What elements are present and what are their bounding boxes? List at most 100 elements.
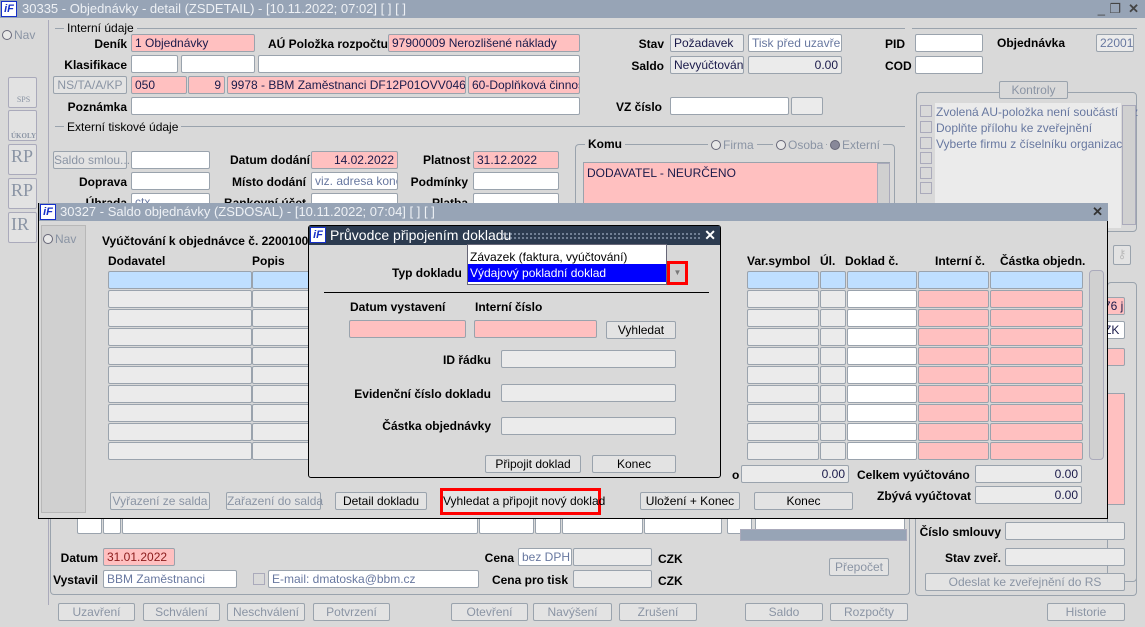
restore-icon[interactable]: ❐	[1109, 0, 1121, 18]
horizontal-scrollbar[interactable]	[740, 529, 907, 541]
ulozeni-konec-button[interactable]: Uložení + Konec	[640, 492, 740, 510]
table-cell[interactable]	[108, 309, 252, 327]
detail-dokladu-button[interactable]: Detail dokladu	[335, 492, 427, 510]
radio-externi[interactable]: Externí	[827, 138, 884, 152]
table-cell[interactable]	[820, 328, 846, 346]
historie-button[interactable]: Historie	[1047, 603, 1125, 621]
table-cell[interactable]	[990, 442, 1083, 460]
close-icon[interactable]: ✕	[1092, 203, 1103, 221]
table-cell[interactable]	[847, 385, 917, 403]
checkbox[interactable]	[920, 152, 932, 164]
table-cell[interactable]	[108, 347, 252, 365]
ns-ta-a-kp-button[interactable]: NS/TA/A/KP	[53, 76, 127, 94]
podminky-field[interactable]	[473, 172, 559, 190]
sps-icon[interactable]: SPS	[8, 77, 37, 108]
cena-type-field[interactable]: bez DPH	[518, 548, 572, 566]
nav-toggle[interactable]: Nav	[2, 28, 35, 42]
minimize-icon[interactable]: _	[1098, 0, 1105, 18]
saldo-konec-button[interactable]: Konec	[754, 492, 853, 510]
radio-firma[interactable]: Firma	[708, 138, 757, 152]
table-cell[interactable]	[252, 290, 312, 308]
table-cell[interactable]	[990, 423, 1083, 441]
table-cell[interactable]	[108, 366, 252, 384]
potvrzeni-button[interactable]: Potvrzení	[313, 603, 390, 621]
pid-field[interactable]	[915, 34, 983, 52]
table-cell[interactable]	[847, 423, 917, 441]
table-cell[interactable]	[820, 366, 846, 384]
schvaleni-button[interactable]: Schválení	[143, 603, 220, 621]
table-cell[interactable]	[252, 309, 312, 327]
table-cell[interactable]	[918, 271, 989, 289]
dialog-konec-button[interactable]: Konec	[592, 455, 676, 473]
datum-dodani-field[interactable]: 14.02.2022	[311, 151, 398, 169]
table-cell[interactable]	[252, 366, 312, 384]
table-cell[interactable]	[847, 328, 917, 346]
table-cell[interactable]	[252, 328, 312, 346]
table-cell[interactable]	[820, 290, 846, 308]
komu-scrollbar[interactable]	[877, 163, 890, 208]
klasifikace-field-2[interactable]	[181, 55, 255, 73]
table-cell[interactable]	[820, 309, 846, 327]
table-cell[interactable]	[990, 347, 1083, 365]
checkbox[interactable]	[920, 121, 932, 133]
table-cell[interactable]	[990, 309, 1083, 327]
rozpocty-button[interactable]: Rozpočty	[830, 603, 908, 621]
table-cell[interactable]	[847, 442, 917, 460]
rp-icon[interactable]: RP	[8, 144, 37, 175]
email-checkbox[interactable]	[253, 573, 265, 585]
table-cell[interactable]	[252, 347, 312, 365]
datum-vystaveni-field[interactable]	[349, 320, 466, 338]
table-cell[interactable]	[108, 290, 252, 308]
interni-cislo-field[interactable]	[474, 320, 597, 338]
table-cell[interactable]	[820, 442, 846, 460]
vyhledat-pripojit-button[interactable]: Vyhledat a připojit nový doklad	[440, 488, 605, 515]
klasifikace-field-1[interactable]	[131, 55, 178, 73]
doprava-field[interactable]	[131, 172, 210, 190]
table-cell[interactable]	[820, 423, 846, 441]
vyrazeni-button[interactable]: Vyřazení ze salda	[110, 492, 210, 510]
table-cell[interactable]	[747, 442, 819, 460]
table-cell[interactable]	[847, 309, 917, 327]
table-cell[interactable]	[918, 328, 989, 346]
kp-field[interactable]: 60-Doplňková činnost	[468, 76, 580, 94]
table-cell[interactable]	[108, 423, 252, 441]
table-cell[interactable]	[252, 442, 312, 460]
table-cell[interactable]	[108, 328, 252, 346]
kontroly-button[interactable]: Kontroly	[999, 81, 1068, 99]
table-cell[interactable]	[918, 404, 989, 422]
checkbox[interactable]	[920, 137, 932, 149]
table-cell[interactable]	[820, 271, 846, 289]
table-cell[interactable]	[847, 290, 917, 308]
saldo-smlouvy-field[interactable]	[131, 151, 210, 169]
drag-handle[interactable]	[501, 232, 701, 239]
uzavreni-button[interactable]: Uzavření	[58, 603, 135, 621]
vyhledat-button[interactable]: Vyhledat	[606, 321, 676, 339]
ir-icon[interactable]: IR	[8, 212, 37, 243]
table-cell[interactable]	[820, 347, 846, 365]
otevreni-button[interactable]: Otevření	[451, 603, 528, 621]
ta-field[interactable]: 9	[188, 76, 225, 94]
key-icon[interactable]: ⚷	[1113, 245, 1131, 265]
neschvaleni-button[interactable]: Neschválení	[227, 603, 305, 621]
vz-field[interactable]	[670, 97, 789, 115]
table-cell[interactable]	[847, 347, 917, 365]
au-field[interactable]: 97900009 Nerozlišené náklady	[388, 34, 580, 52]
table-cell[interactable]	[820, 385, 846, 403]
poznamka-field[interactable]	[131, 97, 580, 115]
vystavil-field[interactable]: BBM Zaměstnanci	[103, 570, 237, 588]
table-cell[interactable]	[918, 309, 989, 327]
prepocet-button[interactable]: Přepočet	[829, 558, 889, 576]
saldo-smlouvy-button[interactable]: Saldo smlou...	[53, 151, 130, 169]
vz-field-2[interactable]	[791, 97, 823, 115]
table-cell[interactable]	[990, 385, 1083, 403]
table-cell[interactable]	[847, 404, 917, 422]
saldo-scrollbar[interactable]	[1089, 270, 1104, 460]
table-cell[interactable]	[918, 442, 989, 460]
radio-osoba[interactable]: Osoba	[773, 138, 827, 152]
table-cell[interactable]	[747, 347, 819, 365]
close-icon[interactable]: ✕	[1128, 0, 1139, 18]
table-cell[interactable]	[747, 366, 819, 384]
table-cell[interactable]	[108, 271, 252, 289]
table-cell[interactable]	[252, 271, 312, 289]
ukoly-icon[interactable]: ÚKOLY	[8, 110, 37, 141]
